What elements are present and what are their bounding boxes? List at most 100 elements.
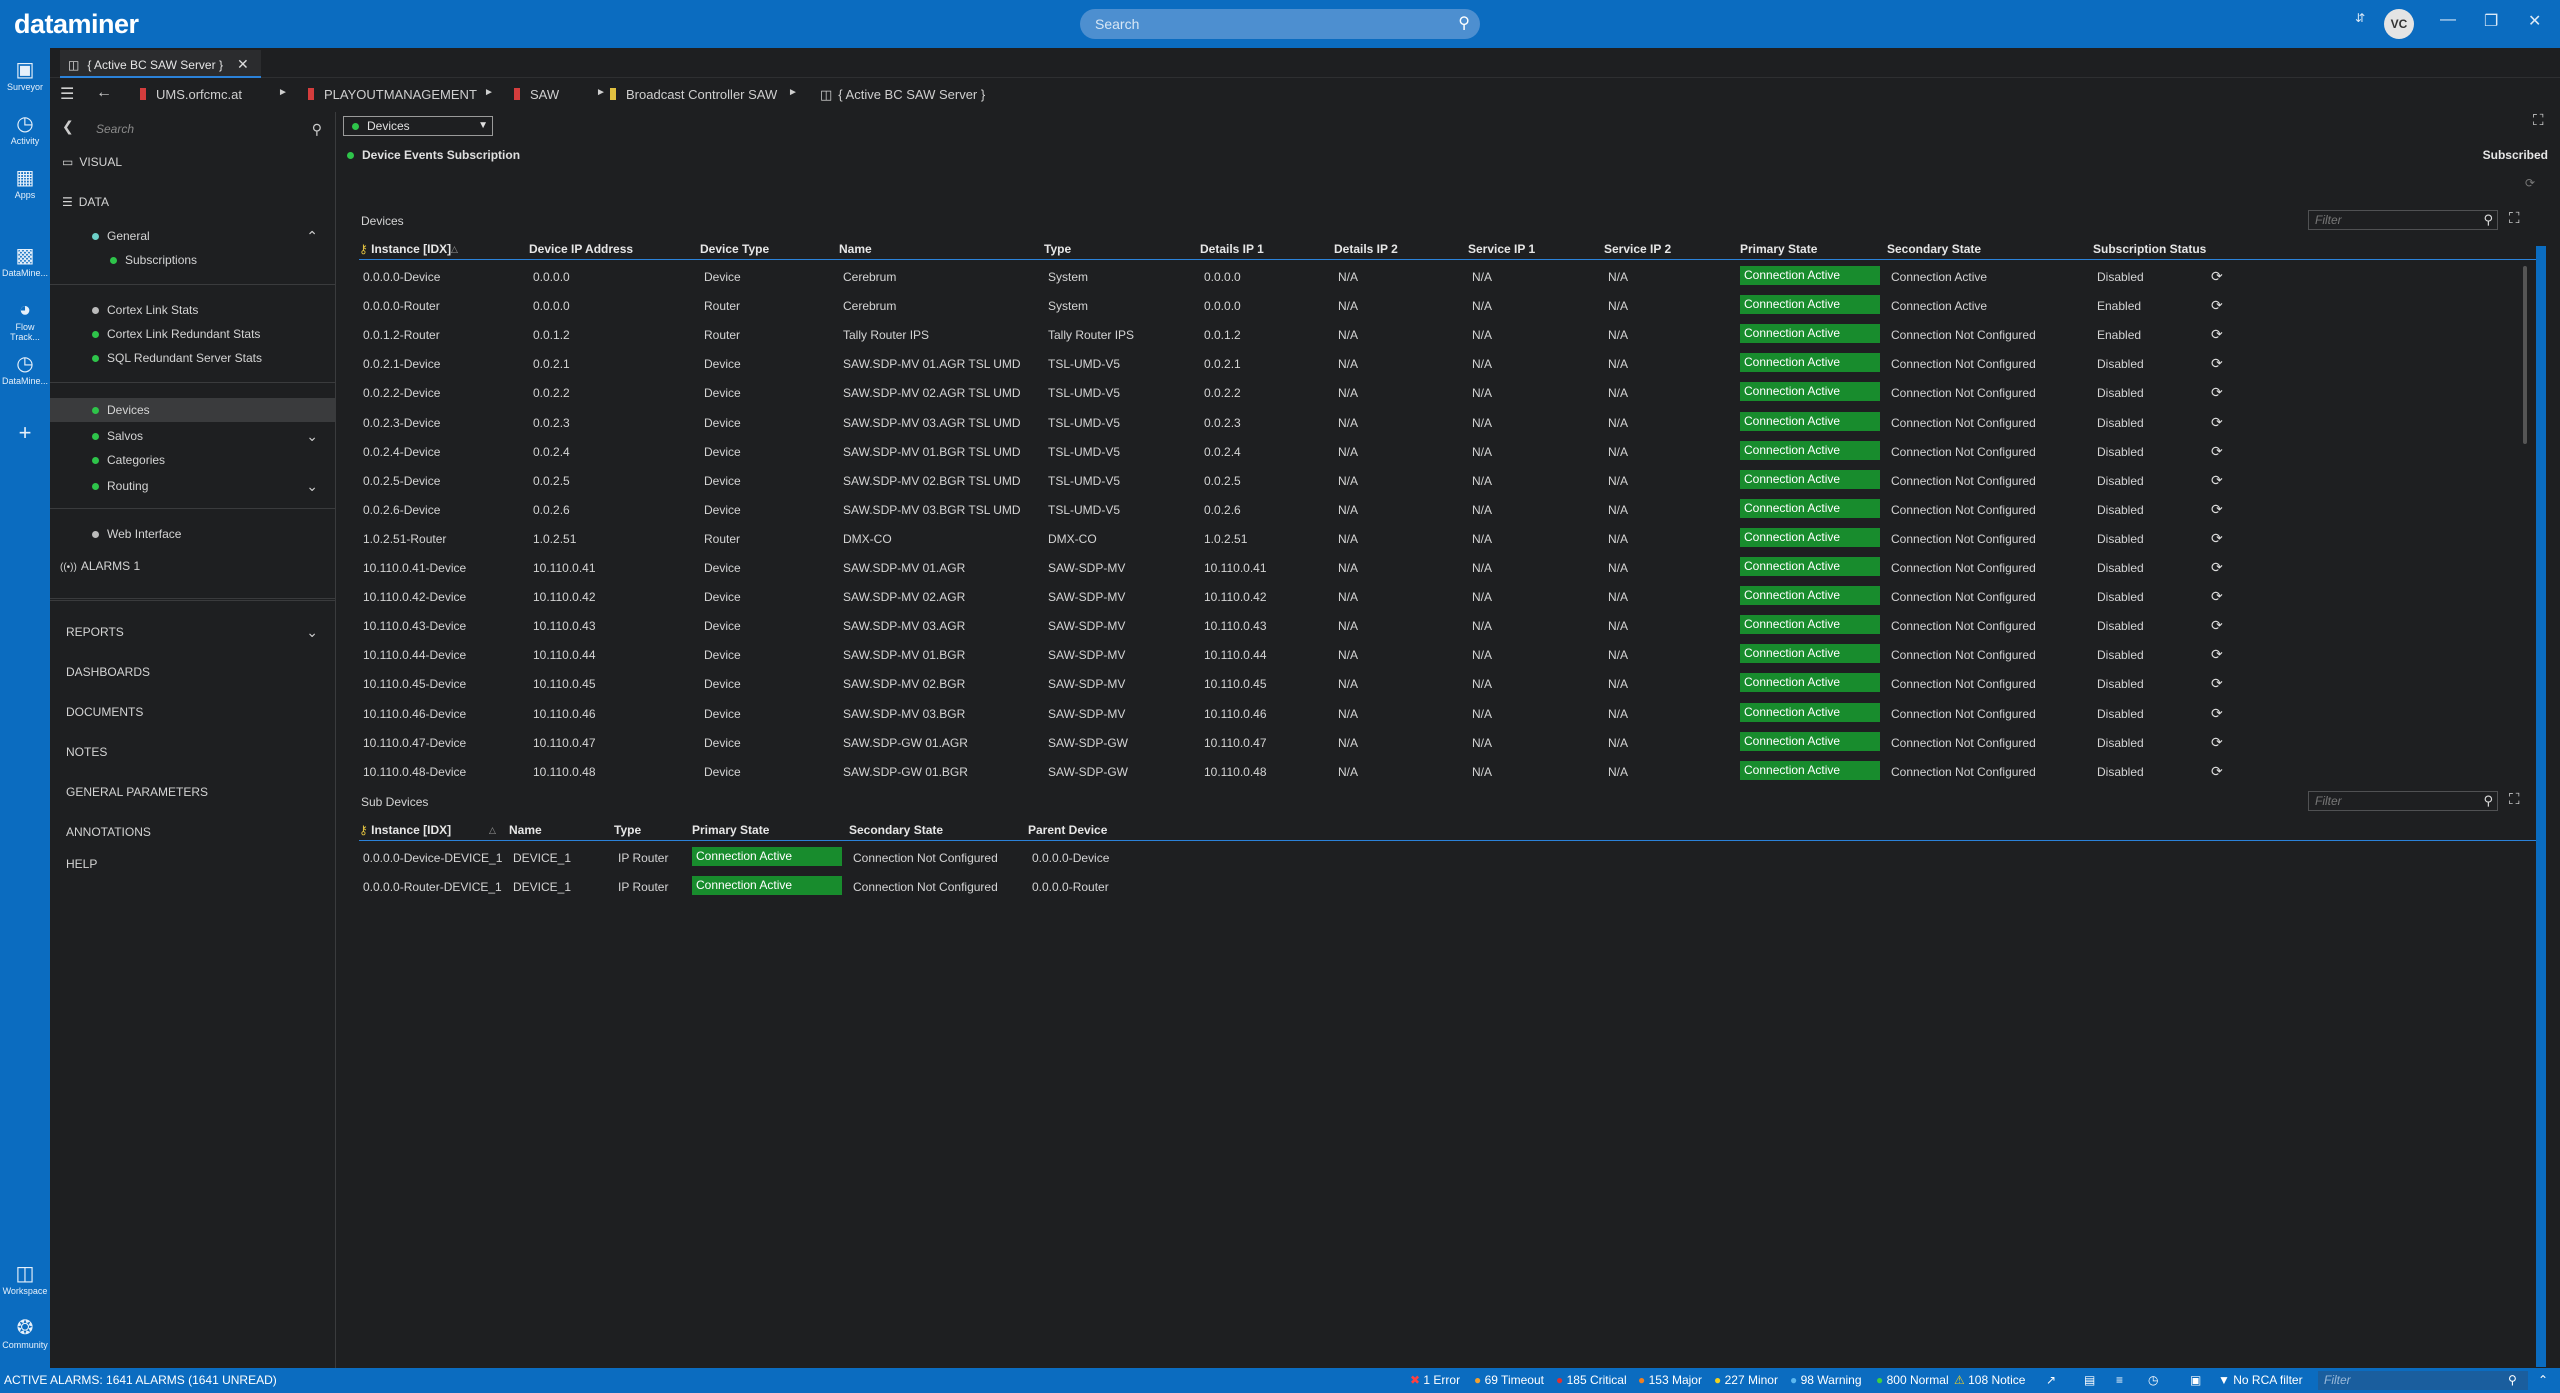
sidebar-item-visual[interactable]: ▭ VISUAL (50, 150, 336, 174)
minimize-icon[interactable]: — (2440, 11, 2456, 29)
table-row[interactable]: 0.0.2.5-Device 0.0.2.5 Device SAW.SDP-MV 02… (361, 466, 2521, 495)
breadcrumb-item-playoutmanagement[interactable]: PLAYOUTMANAGEMENT (308, 87, 477, 102)
clock-icon[interactable]: ◷ (2148, 1368, 2158, 1393)
sidebar-item-general[interactable]: General ⌃ (50, 224, 336, 248)
notification-dropdown-icon[interactable]: ⇵ (2355, 11, 2365, 25)
close-tab-icon[interactable]: ✕ (237, 56, 249, 72)
sidebar-item-cortex-link-stats[interactable]: Cortex Link Stats (50, 298, 336, 322)
sidebar-item-subscriptions[interactable]: Subscriptions (50, 248, 336, 272)
sub-devices-table-scrollbar[interactable] (2536, 827, 2546, 1367)
table-row[interactable]: 0.0.2.3-Device 0.0.2.3 Device SAW.SDP-MV 03… (361, 408, 2521, 437)
sync-icon[interactable]: ⟳ (2211, 763, 2223, 780)
sidebar-item-sql-redundant[interactable]: SQL Redundant Server Stats (50, 346, 336, 370)
sidebar-search-input[interactable]: Search ⚲ (90, 118, 326, 140)
list-view-icon[interactable]: ▤ (2084, 1368, 2095, 1393)
breadcrumb-item-ums[interactable]: UMS.orfcmc.at (140, 87, 242, 102)
sidebar-item-dashboards[interactable]: DASHBOARDS (50, 660, 336, 684)
sync-icon[interactable]: ⟳ (2211, 268, 2223, 285)
sync-icon[interactable]: ⟳ (2211, 705, 2223, 722)
hamburger-menu-icon[interactable]: ☰ (60, 84, 74, 104)
focus-icon[interactable]: ▣ (2190, 1368, 2201, 1393)
search-icon[interactable]: ⚲ (2508, 1368, 2517, 1393)
rail-datamine[interactable]: ▩ DataMine... (0, 244, 50, 278)
global-search-input[interactable]: Search ⚲ (1080, 9, 1480, 39)
column-header-secondary-state[interactable]: Secondary State (1887, 242, 1981, 256)
tab-active-bc-saw-server[interactable]: ◫{ Active BC SAW Server } ✕ (60, 50, 261, 78)
rail-apps[interactable]: ▦ Apps (0, 166, 50, 200)
sort-lines-icon[interactable]: ≡ (2116, 1368, 2123, 1393)
sync-icon[interactable]: ⟳ (2211, 443, 2223, 460)
column-header-subscription-status[interactable]: Subscription Status (2093, 242, 2206, 256)
table-row[interactable]: 0.0.1.2-Router 0.0.1.2 Router Tally Router … (361, 320, 2521, 349)
warning-count[interactable]: ● 98 Warning (1790, 1368, 1862, 1393)
sub-devices-filter-input[interactable]: Filter ⚲ (2308, 791, 2498, 811)
column-header-type[interactable]: Type (614, 823, 641, 837)
sidebar-item-documents[interactable]: DOCUMENTS (50, 700, 336, 724)
table-row[interactable]: 1.0.2.51-Router 1.0.2.51 Router DMX-CO DMX-C… (361, 524, 2521, 553)
table-row[interactable]: 10.110.0.47-Device 10.110.0.47 Device SAW.S… (361, 728, 2521, 757)
notice-count[interactable]: ⚠ 108 Notice (1954, 1368, 2025, 1393)
sidebar-item-notes[interactable]: NOTES (50, 740, 336, 764)
sync-icon[interactable]: ⟳ (2211, 588, 2223, 605)
maximize-icon[interactable]: ⛶ (2533, 112, 2544, 129)
sync-icon[interactable]: ⟳ (2211, 675, 2223, 692)
sidebar-item-general-parameters[interactable]: GENERAL PARAMETERS (50, 780, 336, 804)
sidebar-item-cortex-link-redundant[interactable]: Cortex Link Redundant Stats (50, 322, 336, 346)
rail-flow-tracking[interactable]: ◕ Flow Track... (0, 298, 50, 342)
table-row[interactable]: 0.0.0.0-Device-DEVICE_1 DEVICE_1 IP Router… (361, 843, 2521, 872)
avatar[interactable]: VC (2384, 9, 2414, 39)
chevron-up-icon[interactable]: ⌃ (2538, 1368, 2548, 1393)
sync-icon[interactable]: ⟳ (2211, 501, 2223, 518)
column-header-secondary-state[interactable]: Secondary State (849, 823, 943, 837)
sync-icon[interactable]: ⟳ (2211, 530, 2223, 547)
column-header-instance[interactable]: ⚷ Instance [IDX] (359, 242, 451, 256)
table-row[interactable]: 0.0.2.4-Device 0.0.2.4 Device SAW.SDP-MV 01… (361, 437, 2521, 466)
devices-table-scroll-thumb[interactable] (2523, 266, 2527, 444)
sync-icon[interactable]: ⟳ (2211, 472, 2223, 489)
sync-icon[interactable]: ⟳ (2211, 734, 2223, 751)
alarm-filter-input[interactable]: Filter (2318, 1371, 2528, 1390)
sync-icon[interactable]: ⟳ (2211, 617, 2223, 634)
sidebar-item-routing[interactable]: Routing ⌄ (50, 474, 336, 498)
error-count[interactable]: ✖ 1 Error (1410, 1368, 1460, 1393)
major-count[interactable]: ● 153 Major (1638, 1368, 1702, 1393)
sidebar-item-annotations[interactable]: ANNOTATIONS (50, 820, 336, 844)
table-row[interactable]: 10.110.0.46-Device 10.110.0.46 Device SAW.S… (361, 699, 2521, 728)
table-row[interactable]: 10.110.0.44-Device 10.110.0.44 Device SAW.S… (361, 640, 2521, 669)
expand-table-icon[interactable]: ⛶ (2509, 791, 2520, 808)
column-header-device-type[interactable]: Device Type (700, 242, 769, 256)
column-header-device-ip[interactable]: Device IP Address (529, 242, 633, 256)
chevron-down-icon[interactable]: ⌄ (306, 474, 318, 498)
chevron-left-icon[interactable]: ❮ (62, 118, 74, 135)
column-header-details-ip-2[interactable]: Details IP 2 (1334, 242, 1398, 256)
rail-surveyor[interactable]: ▣ Surveyor (0, 58, 50, 92)
column-header-instance[interactable]: ⚷ Instance [IDX] (359, 823, 451, 837)
sidebar-item-categories[interactable]: Categories (50, 448, 336, 472)
page-select-dropdown[interactable]: Devices ▼ (343, 116, 493, 136)
devices-table-scrollbar[interactable] (2536, 246, 2546, 890)
sidebar-item-salvos[interactable]: Salvos ⌄ (50, 424, 336, 448)
column-header-service-ip-1[interactable]: Service IP 1 (1468, 242, 1535, 256)
chevron-down-icon[interactable]: ⌄ (306, 620, 318, 644)
table-row[interactable]: 0.0.2.1-Device 0.0.2.1 Device SAW.SDP-MV 01… (361, 349, 2521, 378)
sync-icon[interactable]: ⟳ (2211, 646, 2223, 663)
table-row[interactable]: 0.0.2.2-Device 0.0.2.2 Device SAW.SDP-MV 02… (361, 378, 2521, 407)
rail-community[interactable]: ❂ Community (0, 1316, 50, 1350)
rca-filter[interactable]: ▼ No RCA filter (2218, 1368, 2303, 1393)
rail-workspace[interactable]: ◫ Workspace (0, 1262, 50, 1296)
sidebar-item-reports[interactable]: REPORTS ⌄ (50, 620, 336, 644)
sidebar-item-web-interface[interactable]: Web Interface (50, 522, 336, 546)
column-header-primary-state[interactable]: Primary State (692, 823, 769, 837)
devices-filter-input[interactable]: Filter ⚲ (2308, 210, 2498, 230)
column-header-details-ip-1[interactable]: Details IP 1 (1200, 242, 1264, 256)
table-row[interactable]: 10.110.0.41-Device 10.110.0.41 Device SAW.S… (361, 553, 2521, 582)
column-header-service-ip-2[interactable]: Service IP 2 (1604, 242, 1671, 256)
back-arrow-icon[interactable]: ← (96, 84, 112, 102)
restore-icon[interactable]: ❐ (2484, 11, 2498, 31)
close-window-icon[interactable]: ✕ (2528, 11, 2541, 31)
minor-count[interactable]: ● 227 Minor (1714, 1368, 1778, 1393)
breadcrumb-item-saw[interactable]: SAW (514, 87, 559, 102)
trend-icon[interactable]: ↗ (2046, 1368, 2056, 1393)
sync-icon[interactable]: ⟳ (2211, 559, 2223, 576)
column-header-parent-device[interactable]: Parent Device (1028, 823, 1107, 837)
